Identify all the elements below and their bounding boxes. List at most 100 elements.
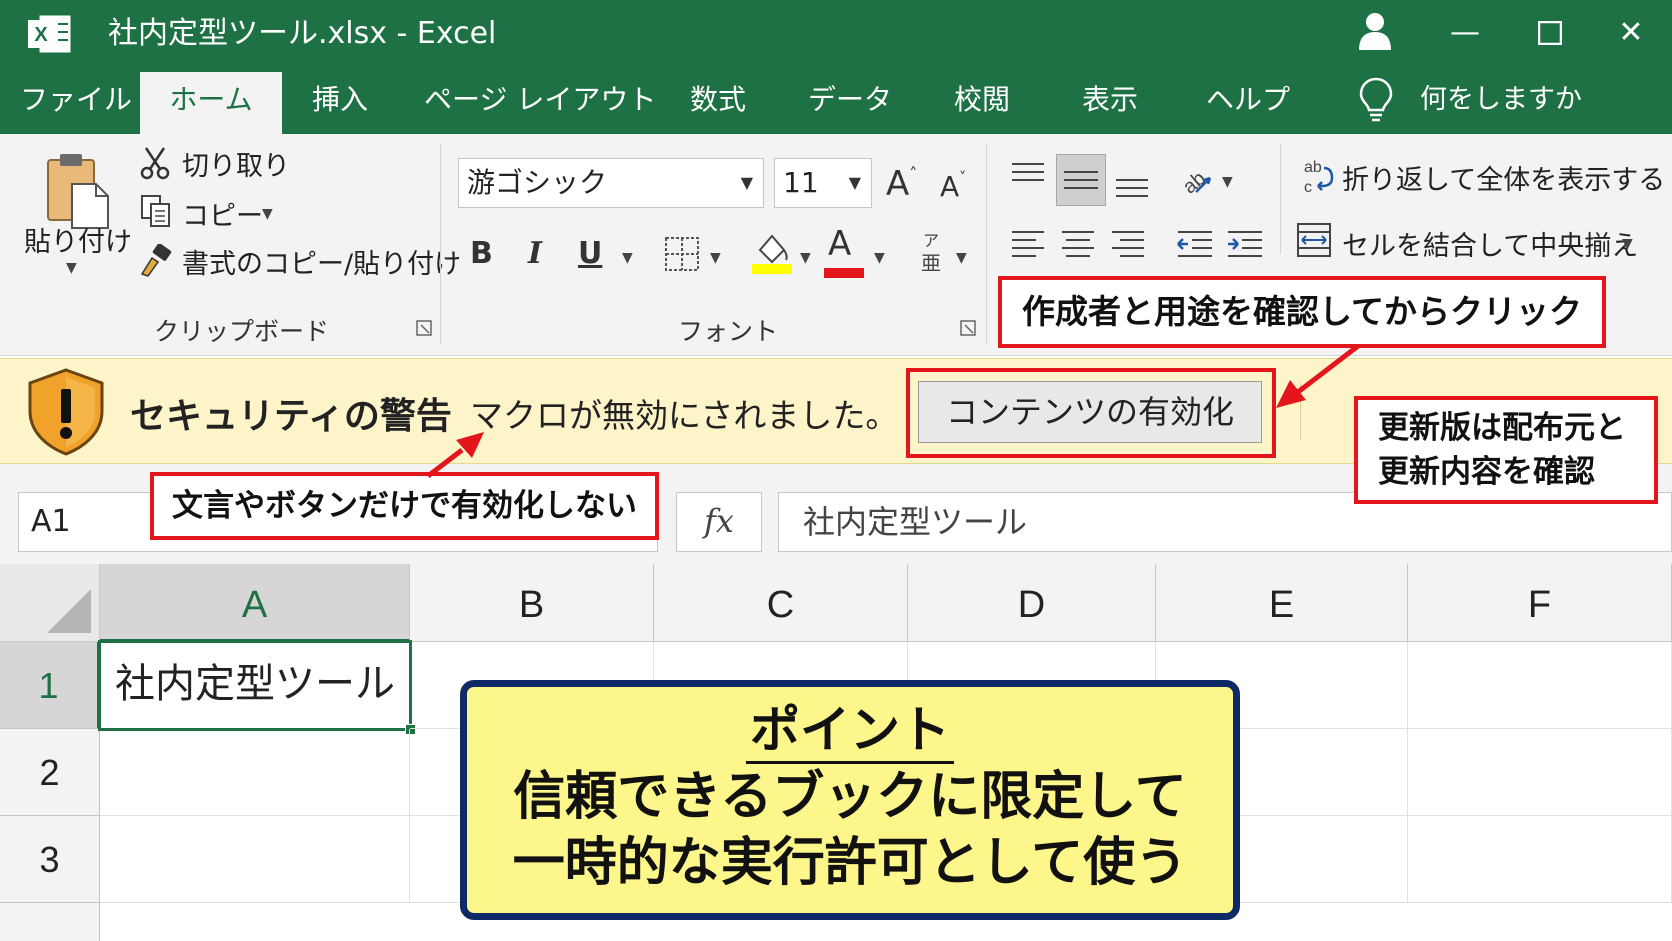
column-header-a[interactable]: A [100,564,410,642]
decrease-indent-icon[interactable] [1176,228,1214,260]
font-name-select[interactable]: 游ゴシック ▼ [458,158,764,208]
minimize-icon[interactable]: — [1440,10,1490,56]
bold-button[interactable]: B [470,236,493,271]
tab-formulas[interactable]: 数式 [690,66,746,134]
security-bar-divider [1300,383,1301,439]
cell-a2[interactable] [100,729,410,816]
row-header-4[interactable] [0,903,100,941]
font-color-dropdown-icon[interactable]: ▼ [874,250,885,266]
row-header-2[interactable]: 2 [0,729,100,816]
svg-text:ab: ab [1304,159,1322,176]
callout-update-line2: 更新内容を確認 [1378,454,1595,490]
cell-f2[interactable] [1408,729,1672,816]
column-header-f[interactable]: F [1408,564,1672,642]
orientation-dropdown-icon[interactable]: ▼ [1222,174,1233,190]
merge-center-icon[interactable] [1296,222,1332,258]
font-name-value: 游ゴシック [467,166,608,199]
paste-icon[interactable] [44,150,112,230]
column-header-b[interactable]: B [410,564,654,642]
callout-not-by-text: 文言やボタンだけで有効化しない [150,472,659,540]
paste-button[interactable]: 貼り付け [24,220,132,259]
align-left-icon[interactable] [1010,228,1046,260]
clipboard-launcher-icon[interactable] [416,320,432,336]
shrink-font-glyph: A [940,170,960,203]
point-line-1: 信頼できるブックに限定して [513,767,1187,827]
borders-dropdown-icon[interactable]: ▼ [710,250,721,266]
tab-page-layout[interactable]: ページ レイアウト [424,66,656,134]
increase-indent-icon[interactable] [1226,228,1264,260]
tab-view[interactable]: 表示 [1082,66,1138,134]
align-center-icon[interactable] [1060,228,1096,260]
underline-button[interactable]: U [578,236,602,271]
maximize-icon[interactable] [1525,10,1575,56]
column-header-e[interactable]: E [1156,564,1408,642]
chevron-down-icon: ▼ [848,173,861,192]
tab-home[interactable]: ホーム [140,72,282,134]
lightbulb-icon [1359,77,1393,122]
ribbon-divider [986,144,987,344]
tab-help[interactable]: ヘルプ [1206,66,1290,134]
shrink-font-button[interactable]: A˅ [940,170,966,203]
copy-dropdown-icon[interactable]: ▼ [262,206,273,222]
align-top-icon[interactable] [1010,160,1046,190]
align-bottom-icon[interactable] [1114,170,1150,200]
copy-button[interactable]: コピー [182,194,263,233]
italic-button[interactable]: I [528,236,542,271]
phonetic-guide-icon[interactable]: ア 亜 [916,230,946,274]
cell-a3[interactable] [100,816,410,903]
format-painter-icon [140,244,172,277]
column-header-c[interactable]: C [654,564,908,642]
cell-f3[interactable] [1408,816,1672,903]
tell-me-search[interactable]: 何をしますか [1420,66,1582,134]
tab-review[interactable]: 校閲 [954,66,1010,134]
borders-icon[interactable] [664,236,700,272]
paste-dropdown-icon[interactable]: ▼ [66,260,77,276]
tab-data[interactable]: データ [808,66,892,134]
font-launcher-icon[interactable] [960,320,976,336]
account-icon[interactable] [1350,10,1400,56]
select-all-corner[interactable] [0,564,100,642]
font-color-button[interactable]: A [828,224,851,264]
point-title: ポイント [746,699,954,764]
fill-color-icon[interactable] [752,230,792,274]
tab-file[interactable]: ファイル [20,66,132,134]
insert-function-button[interactable]: fx [676,492,762,552]
select-all-icon [47,589,91,633]
tab-insert[interactable]: 挿入 [312,66,368,134]
chevron-down-icon: ▼ [740,173,753,192]
font-size-value: 11 [783,166,819,199]
fill-color-dropdown-icon[interactable]: ▼ [800,250,811,266]
cell-a1-value: 社内定型ツール [115,661,395,707]
underline-dropdown-icon[interactable]: ▼ [622,250,633,266]
wrap-text-button[interactable]: 折り返して全体を表示する [1342,158,1665,197]
svg-text:c: c [1304,179,1312,196]
merge-center-button[interactable]: セルを結合して中央揃え [1342,224,1638,263]
cell-a1[interactable]: 社内定型ツール [98,640,416,735]
scissors-icon [140,147,170,180]
cut-button[interactable]: 切り取り [182,144,290,183]
align-middle-button[interactable] [1056,154,1106,206]
merge-dropdown-icon[interactable]: ▼ [1622,236,1633,252]
clipboard-group-label: クリップボード [154,317,330,346]
grow-font-button[interactable]: A˄ [886,164,917,204]
caret-down-icon: ˅ [959,170,967,186]
orientation-icon[interactable]: ab [1176,158,1216,198]
row-header-1[interactable]: 1 [0,642,100,729]
wrap-text-icon[interactable]: ab c [1300,156,1334,196]
align-right-icon[interactable] [1110,228,1146,260]
font-color-glyph: A [828,224,852,264]
font-size-select[interactable]: 11 ▼ [774,158,872,208]
format-painter-button[interactable]: 書式のコピー/貼り付け [182,242,461,281]
column-header-d[interactable]: D [908,564,1156,642]
callout-confirm-author: 作成者と用途を確認してからクリック [998,276,1607,348]
enable-content-highlight [906,368,1276,458]
align-middle-icon [1064,171,1098,189]
close-icon[interactable]: ✕ [1606,10,1656,56]
ribbon-divider [440,144,441,344]
cell-f1[interactable] [1408,642,1672,729]
point-line-2: 一時的な実行許可として使う [512,833,1188,893]
phonetic-dropdown-icon[interactable]: ▼ [956,250,967,266]
ribbon-tabs: ファイル ホーム 挿入 ページ レイアウト 数式 データ 校閲 表示 ヘルプ 何… [0,66,1672,134]
row-header-3[interactable]: 3 [0,816,100,903]
window-title: 社内定型ツール.xlsx - Excel [108,16,497,51]
